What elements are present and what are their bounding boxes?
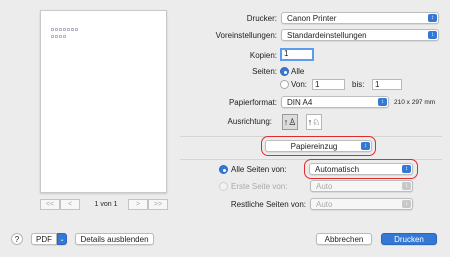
cancel-button[interactable]: Abbrechen [316,233,372,245]
landscape-person-icon: ↑♘ [307,116,321,127]
pages-label: Seiten: [252,67,277,76]
printer-label: Drucker: [246,14,277,23]
first-page-from-label: Erste Seite von: [231,182,288,191]
preview-text-line [51,35,66,39]
remaining-pages-source-select[interactable]: Auto ↕ [310,198,413,210]
paper-dimensions: 210 x 297 mm [394,99,436,106]
chevron-updown-icon: ↕ [428,14,437,22]
remaining-pages-source-value: Auto [316,199,333,209]
previous-page-button[interactable]: < [60,199,80,210]
chevron-updown-icon: ↕ [402,200,411,208]
chevron-updown-icon: ↕ [361,142,370,150]
chevron-updown-icon: ↕ [402,165,411,173]
copies-label: Kopien: [249,51,277,60]
first-page-from-radio[interactable] [219,182,228,191]
preview-text-line [51,28,78,32]
presets-select[interactable]: Standardeinstellungen ↕ [281,29,439,41]
all-pages-source-value: Automatisch [315,164,360,174]
pages-from-field[interactable]: 1 [312,79,345,90]
all-pages-source-select[interactable]: Automatisch ↕ [309,163,413,175]
paper-size-value: DIN A4 [287,97,313,107]
first-page-button[interactable]: << [40,199,60,210]
landscape-orientation-button[interactable]: ↑♘ [306,114,322,130]
portrait-orientation-button[interactable]: ↑♙ [282,114,298,130]
chevron-updown-icon: ↕ [428,31,437,39]
printer-select[interactable]: Canon Printer ↕ [281,12,439,24]
pdf-menu-button[interactable]: PDF [31,233,57,245]
pages-all-radio[interactable] [280,67,289,76]
paper-size-label: Papierformat: [228,98,277,107]
presets-label: Voreinstellungen: [215,31,277,40]
hide-details-button[interactable]: Details ausblenden [75,233,154,245]
print-button[interactable]: Drucken [381,233,437,245]
chevron-updown-icon: ↕ [402,182,411,190]
help-button[interactable]: ? [11,233,23,245]
printer-value: Canon Printer [287,13,337,23]
paper-size-select[interactable]: DIN A4 ↕ [281,96,389,108]
pages-all-label: Alle [291,67,305,76]
chevron-down-icon: ⌄ [59,236,65,243]
presets-value: Standardeinstellungen [287,30,367,40]
pages-from-label: Von: [291,80,308,89]
last-page-button[interactable]: >> [148,199,168,210]
preview-nav-left: << < [40,199,80,210]
panel-select[interactable]: Papiereinzug ↕ [265,140,372,152]
all-pages-from-radio[interactable] [219,165,228,174]
first-page-source-value: Auto [316,181,333,191]
copies-field[interactable]: 1 [280,48,314,61]
pages-range-radio[interactable] [280,80,289,89]
preview-nav-right: > >> [128,199,168,210]
pages-to-label: bis: [352,80,365,89]
chevron-updown-icon: ↕ [378,98,387,106]
page-count: 1 von 1 [94,201,118,208]
first-page-source-select[interactable]: Auto ↕ [310,180,413,192]
portrait-person-icon: ↑♙ [283,116,297,127]
panel-select-value: Papiereinzug [290,141,338,151]
page-preview [40,10,167,193]
next-page-button[interactable]: > [128,199,148,210]
remaining-pages-label: Restliche Seiten von: [230,200,306,209]
orientation-label: Ausrichtung: [227,117,272,126]
pages-to-field[interactable]: 1 [372,79,402,90]
pdf-menu-arrow[interactable]: ⌄ [57,233,67,245]
all-pages-from-label: Alle Seiten von: [231,165,287,174]
